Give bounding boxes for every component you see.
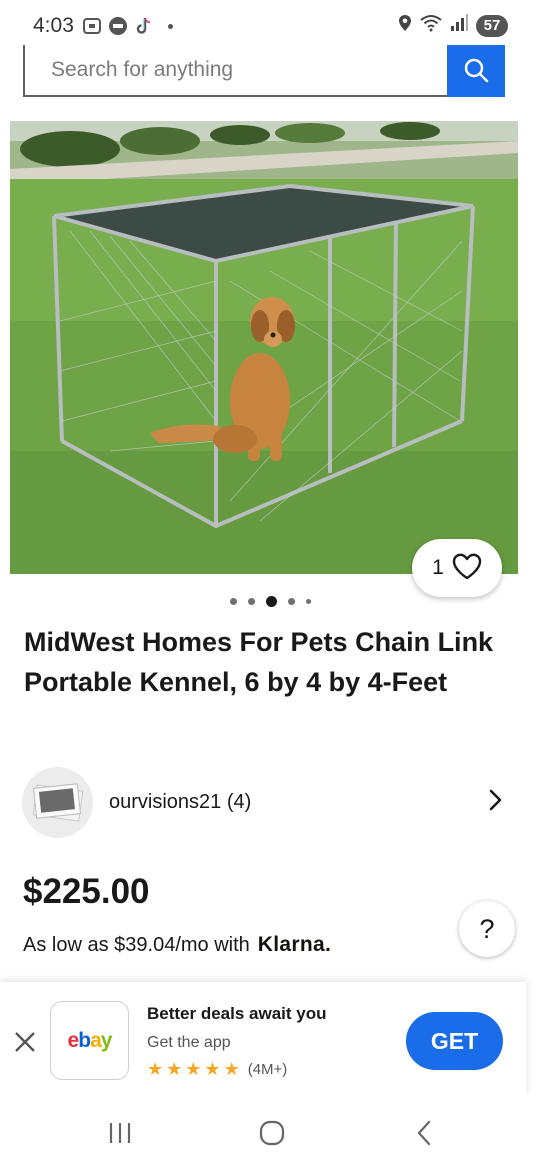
chevron-right-icon <box>488 789 502 816</box>
search-input[interactable] <box>23 45 447 97</box>
financing-info[interactable]: As low as $39.04/mo with Klarna. <box>23 933 331 957</box>
pager-dot[interactable] <box>247 598 255 605</box>
search-bar <box>23 45 505 97</box>
location-icon <box>398 14 412 37</box>
star-icon: ★ <box>185 1059 202 1079</box>
watch-count: 1 <box>432 556 444 579</box>
item-title: MidWest Homes For Pets Chain Link Portab… <box>24 627 494 697</box>
system-nav-bar <box>0 1096 540 1170</box>
pager-dot-active[interactable] <box>265 596 277 607</box>
rating-count: (4M+) <box>247 1060 288 1078</box>
close-icon[interactable] <box>12 1029 38 1055</box>
pager-dot[interactable] <box>229 598 237 605</box>
product-image[interactable] <box>10 121 518 574</box>
logo-letter: b <box>78 1028 91 1052</box>
star-icon: ★ <box>204 1059 221 1079</box>
seller-name: ourvisions21 (4) <box>109 790 252 813</box>
battery-icon: 57 <box>476 14 508 37</box>
notification-icons <box>82 16 173 36</box>
banner-subtitle: Get the app <box>147 1034 231 1051</box>
pager-dot[interactable] <box>287 598 295 605</box>
app-install-banner: ebay Better deals await you Get the app … <box>0 982 526 1096</box>
dot-icon <box>168 23 173 29</box>
klarna-logo: Klarna. <box>257 933 332 956</box>
heart-icon <box>452 553 482 583</box>
system-icons: 57 <box>398 14 508 37</box>
seller-row[interactable]: ourvisions21 (4) <box>22 766 512 838</box>
star-icon: ★ <box>166 1059 183 1079</box>
image-pager <box>0 596 540 607</box>
item-price: $225.00 <box>23 872 150 911</box>
seller-avatar <box>22 766 93 838</box>
ebay-logo[interactable]: ebay <box>50 1001 129 1080</box>
wifi-icon <box>420 14 442 37</box>
logo-letter: a <box>90 1028 102 1052</box>
get-app-button[interactable]: GET <box>406 1012 503 1070</box>
news-icon <box>108 16 128 36</box>
banner-headline: Better deals await you <box>147 1004 327 1023</box>
signal-icon <box>450 14 468 37</box>
logo-letter: y <box>100 1028 113 1052</box>
status-bar: 4:03 57 <box>0 0 540 50</box>
home-icon[interactable] <box>252 1118 292 1148</box>
watch-button[interactable]: 1 <box>412 539 502 597</box>
recent-apps-icon[interactable] <box>100 1118 140 1148</box>
help-button[interactable]: ? <box>459 901 515 957</box>
financing-text: As low as $39.04/mo with <box>23 933 250 956</box>
app-rating: ★ ★ ★ ★ ★ (4M+) <box>147 1060 287 1078</box>
screenshot-icon <box>82 16 102 36</box>
tiktok-icon <box>134 16 154 36</box>
logo-letter: e <box>67 1028 80 1052</box>
star-icon: ★ <box>147 1059 164 1079</box>
pager-dot[interactable] <box>305 599 311 604</box>
search-button[interactable] <box>447 45 505 97</box>
status-time: 4:03 <box>33 14 74 37</box>
search-icon <box>463 57 489 86</box>
star-icon: ★ <box>223 1059 240 1079</box>
back-icon[interactable] <box>404 1118 444 1148</box>
